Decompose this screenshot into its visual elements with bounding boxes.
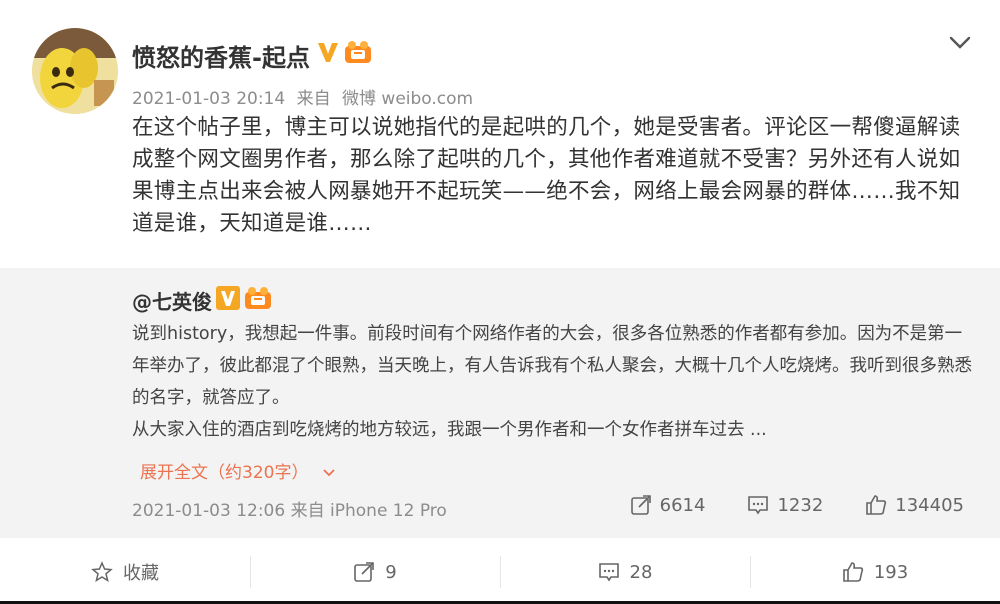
- avatar[interactable]: [32, 28, 118, 114]
- quoted-body-text: 说到history，我想起一件事。前段时间有个网络作者的大会，很多各位熟悉的作者…: [132, 324, 972, 440]
- quoted-comment-count: 1232: [777, 494, 824, 516]
- verified-v-icon: [216, 286, 240, 310]
- quoted-repost-count: 6614: [659, 494, 706, 516]
- quoted-like-stat[interactable]: 134405: [865, 494, 964, 516]
- expand-label: 展开全文（约320字）: [140, 463, 309, 483]
- quoted-stats: 6614 1232 134405: [588, 494, 964, 516]
- post-source-prefix: 来自: [296, 89, 331, 109]
- post-meta: 2021-01-03 20:14 来自 微博 weibo.com: [132, 84, 479, 109]
- post-timestamp[interactable]: 2021-01-03 20:14: [132, 89, 285, 109]
- expand-chevron-icon: [323, 469, 335, 477]
- author-name[interactable]: 愤怒的香蕉-起点: [132, 38, 310, 73]
- repost-count: 9: [385, 561, 397, 583]
- quoted-repost[interactable]: @七英俊 说到history，我想起一件事。前段时间有个网络作者的大会，很多各位…: [0, 268, 1000, 538]
- quoted-meta: 2021-01-03 12:06 来自 iPhone 12 Pro: [132, 496, 447, 521]
- quoted-user-name[interactable]: @七英俊: [132, 286, 212, 315]
- favorite-label: 收藏: [123, 563, 159, 584]
- vip-level-icon: [345, 41, 371, 63]
- quoted-like-count: 134405: [895, 494, 964, 516]
- quoted-source-prefix: 来自: [290, 501, 325, 521]
- like-button[interactable]: 193: [750, 540, 1000, 604]
- chevron-down-icon[interactable]: [948, 30, 972, 54]
- quoted-timestamp[interactable]: 2021-01-03 12:06: [132, 501, 285, 521]
- comment-count: 28: [629, 561, 653, 583]
- expand-full-text-link[interactable]: 展开全文（约320字）: [140, 458, 336, 483]
- quoted-repost-stat[interactable]: 6614: [630, 494, 706, 516]
- like-count: 193: [873, 561, 909, 583]
- verified-v-icon: [318, 43, 338, 62]
- like-icon: [843, 562, 863, 582]
- action-bar: 收藏 9 28 193: [0, 540, 1000, 604]
- star-icon: [91, 561, 113, 582]
- comment-icon: [598, 563, 619, 582]
- quoted-source: iPhone 12 Pro: [330, 501, 447, 521]
- post-body-text: 在这个帖子里，博主可以说她指代的是起哄的几个，她是受害者。评论区一帮傻逼解读成整…: [132, 115, 961, 236]
- like-icon: [866, 495, 887, 515]
- repost-icon: [354, 562, 375, 582]
- weibo-post-card: 愤怒的香蕉-起点 2021-01-03 20:14 来自 微博 weibo.co…: [0, 0, 1000, 604]
- repost-icon: [630, 495, 651, 515]
- comment-icon: [748, 496, 769, 515]
- vip-level-icon: [245, 287, 271, 309]
- favorite-button[interactable]: 收藏: [0, 540, 250, 604]
- comment-button[interactable]: 28: [500, 540, 750, 604]
- quoted-comment-stat[interactable]: 1232: [747, 494, 823, 516]
- repost-button[interactable]: 9: [250, 540, 500, 604]
- avatar-banana-image: [32, 28, 118, 114]
- post-source: 微博 weibo.com: [342, 89, 474, 109]
